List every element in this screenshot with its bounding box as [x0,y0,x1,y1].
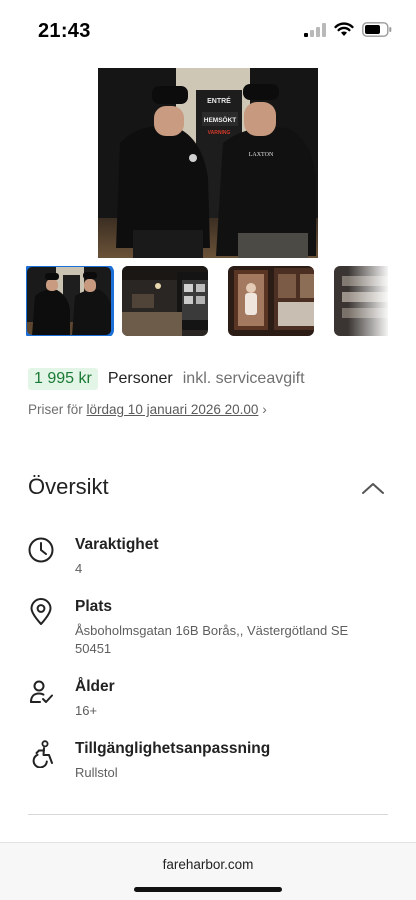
thumbnail-fade [348,266,388,336]
detail-age: Ålder 16+ [28,678,388,718]
thumb-entrance[interactable] [26,266,114,336]
collapse-button[interactable] [360,478,386,500]
signal-icon [304,22,326,37]
chevron-up-icon [362,483,384,494]
clock-icon [28,537,54,563]
battery-icon [362,22,392,37]
detail-location: Plats Åsboholmsgatan 16B Borås,, Västerg… [28,598,388,658]
detail-duration-value: 4 [75,561,83,576]
person-check-icon [30,680,53,703]
location-pin-icon [30,598,52,625]
status-icons [304,22,392,37]
detail-location-value: Åsboholmsgatan 16B Borås,, Västergötland… [75,623,349,656]
price-fee-note: inkl. serviceavgift [182,370,305,387]
price-date-prefix: Priser för [28,402,83,417]
detail-accessibility-label: Tillgänglighetsanpassning [75,740,271,757]
hero-shirt-text: LAXTON [249,152,274,158]
home-indicator[interactable] [134,887,282,892]
thumb-exhibit-hall[interactable] [122,266,208,336]
hero-image[interactable]: ENTRÉ HEMSÖKT VARNING LAXTON [98,68,318,258]
thumbnail-strip [26,266,388,336]
chevron-right-icon: › [262,402,267,417]
wifi-icon [334,22,354,36]
detail-age-value: 16+ [75,703,98,718]
detail-age-label: Ålder [75,678,115,695]
price-unit: Personer [107,370,173,387]
status-bar: 21:43 [0,0,416,58]
thumb-doll-display[interactable] [228,266,314,336]
hero-sign-hemsokt: HEMSÖKT [204,115,237,124]
detail-accessibility-value: Rullstol [75,765,118,780]
price-date-link[interactable]: lördag 10 januari 2026 20.00 [87,402,259,417]
price-date-row: Priser för lördag 10 januari 2026 20.00 … [28,402,267,417]
detail-duration: Varaktighet 4 [28,536,388,576]
accessibility-icon [32,740,53,768]
hero-sign-entre: ENTRÉ [207,96,231,105]
hero-sign-varning: VARNING [208,130,231,136]
divider [28,814,388,815]
address-bar-url[interactable]: fareharbor.com [0,857,416,872]
price-row: 1 995 kr Personer inkl. serviceavgift [28,368,305,390]
browser-bottom-bar: fareharbor.com [0,842,416,900]
detail-accessibility: Tillgänglighetsanpassning Rullstol [28,740,388,780]
price-badge: 1 995 kr [28,368,98,390]
detail-duration-label: Varaktighet [75,536,159,553]
overview-title: Översikt [28,474,109,499]
detail-location-label: Plats [75,598,113,615]
status-time: 21:43 [38,20,91,42]
